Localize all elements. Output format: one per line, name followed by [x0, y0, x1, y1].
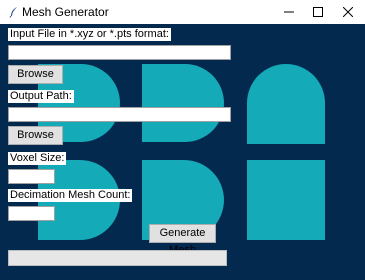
- input-file-field[interactable]: [8, 45, 231, 60]
- generate-mesh-button[interactable]: Generate Mesh: [149, 224, 216, 256]
- maximize-icon: [313, 7, 323, 17]
- background-shape-d-2: [142, 64, 224, 142]
- decimation-count-label: Decimation Mesh Count:: [8, 189, 133, 202]
- minimize-button[interactable]: [274, 0, 304, 24]
- client-area: Input File in *.xyz or *.pts format: Bro…: [0, 24, 365, 280]
- progress-bar: [8, 250, 227, 266]
- decimation-count-field[interactable]: [8, 206, 55, 221]
- mesh-generator-window: Mesh Generator Input File in *.xyz or *.…: [0, 0, 365, 280]
- output-path-label: Output Path:: [8, 90, 74, 103]
- window-title: Mesh Generator: [22, 5, 109, 19]
- background-shape-square: [247, 160, 325, 240]
- voxel-size-field[interactable]: [8, 169, 55, 184]
- close-button[interactable]: [333, 0, 363, 24]
- minimize-icon: [284, 11, 294, 13]
- close-icon: [343, 7, 353, 17]
- background-shape-arch: [247, 64, 325, 144]
- input-file-label: Input File in *.xyz or *.pts format:: [8, 28, 171, 41]
- voxel-size-label: Voxel Size:: [8, 152, 67, 165]
- browse-input-button[interactable]: Browse: [8, 65, 63, 84]
- maximize-button[interactable]: [303, 0, 333, 24]
- browse-output-button[interactable]: Browse: [8, 126, 63, 145]
- output-path-field[interactable]: [8, 107, 231, 122]
- feather-icon: [9, 7, 17, 18]
- title-bar[interactable]: Mesh Generator: [0, 0, 365, 24]
